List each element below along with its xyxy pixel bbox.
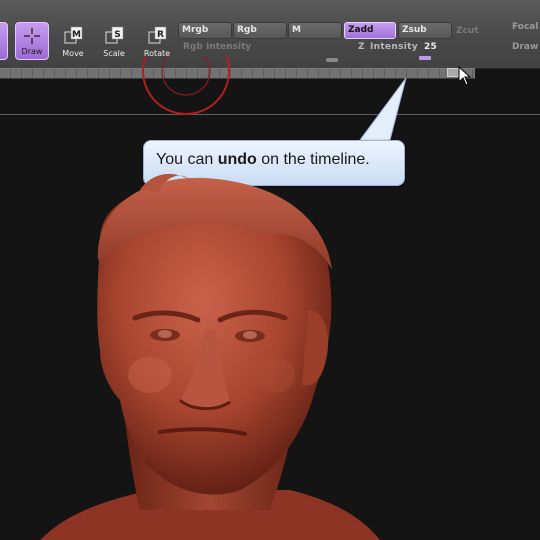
draw-label: Draw	[21, 47, 43, 56]
mouse-pointer-icon	[458, 66, 472, 86]
svg-text:R: R	[157, 30, 164, 40]
move-button[interactable]: M Move	[56, 24, 90, 60]
slider-thumb[interactable]	[326, 58, 338, 62]
edit-button-partial[interactable]	[0, 22, 8, 60]
rgb-intensity-label[interactable]: Rgb Intensity	[183, 42, 251, 52]
tooltip-pointer-icon	[359, 77, 407, 141]
rotate-button[interactable]: R Rotate	[140, 24, 174, 60]
focal-label[interactable]: Focal	[512, 22, 538, 32]
brush-cursor-icon	[142, 56, 230, 115]
scale-button[interactable]: S Scale	[97, 24, 131, 60]
svg-text:M: M	[72, 30, 81, 40]
z-intensity-slider[interactable]: Z Intensity 25	[356, 42, 476, 54]
svg-text:S: S	[114, 30, 120, 40]
sculpt-head-model	[40, 173, 380, 540]
draw-button[interactable]: Draw	[15, 22, 49, 60]
z-intensity-value: 25	[424, 42, 438, 52]
move-icon: M	[64, 26, 83, 44]
z-intensity-label: Intensity	[370, 42, 418, 52]
rgb-button[interactable]: Rgb	[233, 22, 287, 39]
draw-icon	[24, 28, 40, 44]
move-label: Move	[62, 49, 84, 58]
zcut-button[interactable]: Zcut	[456, 26, 479, 36]
z-intensity-prefix: Z	[358, 42, 365, 52]
z-intensity-thumb[interactable]	[419, 56, 431, 60]
zadd-button[interactable]: Zadd	[344, 22, 396, 39]
scale-label: Scale	[103, 49, 125, 58]
canvas-divider	[0, 114, 540, 115]
mrgb-button[interactable]: Mrgb	[178, 22, 232, 39]
zsub-button[interactable]: Zsub	[398, 22, 452, 39]
scale-icon: S	[105, 26, 124, 44]
m-button[interactable]: M	[288, 22, 342, 39]
draw-size-label[interactable]: Draw	[512, 42, 538, 52]
rotate-icon: R	[148, 26, 167, 44]
toolbar: Draw M Move S Scale R Rotate Mrgb Rgb M …	[0, 0, 540, 69]
